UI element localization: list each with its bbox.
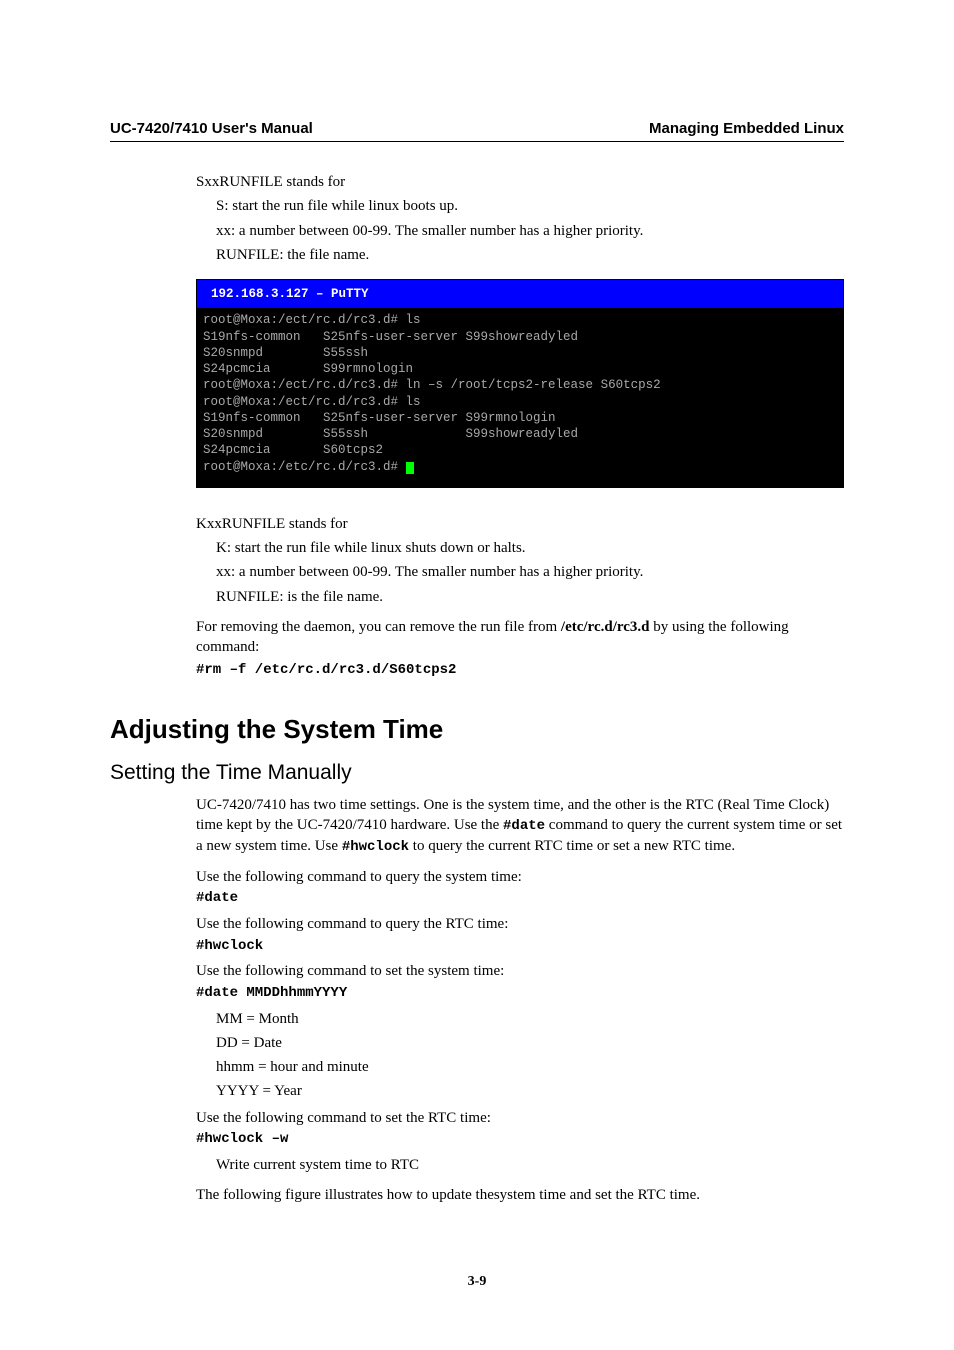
sxx-list: S: start the run file while linux boots … (216, 196, 844, 265)
set-rtc-note-block: Write current system time to RTC (216, 1155, 844, 1175)
set-rtc-time-cmd: #hwclock –w (196, 1130, 844, 1149)
legend-hhmm: hhmm = hour and minute (216, 1057, 844, 1077)
kxx-line-3: RUNFILE: is the file name. (216, 587, 844, 607)
time-cmd-hwclock-inline: #hwclock (342, 839, 409, 855)
legend-mm: MM = Month (216, 1009, 844, 1029)
heading-adjusting-system-time: Adjusting the System Time (110, 714, 844, 745)
terminal-text: root@Moxa:/ect/rc.d/rc3.d# ls S19nfs-com… (203, 313, 661, 473)
set-rtc-note: Write current system time to RTC (216, 1155, 844, 1175)
closing-paragraph: The following figure illustrates how to … (196, 1185, 844, 1205)
kxx-lead: KxxRUNFILE stands for (196, 514, 844, 534)
body-content: SxxRUNFILE stands for S: start the run f… (196, 172, 844, 680)
set-rtc-time-label: Use the following command to set the RTC… (196, 1108, 844, 1128)
page: UC-7420/7410 User's Manual Managing Embe… (0, 0, 954, 1350)
remove-paragraph: For removing the daemon, you can remove … (196, 617, 844, 658)
terminal-title: 192.168.3.127 – PuTTY (197, 280, 843, 308)
time-p1c: to query the current RTC time or set a n… (409, 838, 735, 854)
kxx-list: K: start the run file while linux shuts … (216, 538, 844, 607)
header-left: UC-7420/7410 User's Manual (110, 120, 313, 137)
remove-command: #rm –f /etc/rc.d/rc3.d/S60tcps2 (196, 661, 844, 680)
terminal-window: 192.168.3.127 – PuTTY root@Moxa:/ect/rc.… (196, 279, 844, 488)
terminal-cursor (406, 462, 414, 474)
kxx-line-1: K: start the run file while linux shuts … (216, 538, 844, 558)
set-system-time-cmd: #date MMDDhhmmYYYY (196, 984, 844, 1003)
query-system-time-cmd: #date (196, 889, 844, 908)
page-header: UC-7420/7410 User's Manual Managing Embe… (110, 120, 844, 142)
legend-yyyy: YYYY = Year (216, 1081, 844, 1101)
time-intro: UC-7420/7410 has two time settings. One … (196, 795, 844, 857)
page-number: 3-9 (0, 1274, 954, 1290)
time-cmd-date-inline: #date (503, 818, 545, 834)
sxx-line-2: xx: a number between 00-99. The smaller … (216, 221, 844, 241)
sxx-lead: SxxRUNFILE stands for (196, 172, 844, 192)
time-section: UC-7420/7410 has two time settings. One … (196, 795, 844, 1205)
date-format-legend: MM = Month DD = Date hhmm = hour and min… (216, 1009, 844, 1102)
legend-dd: DD = Date (216, 1033, 844, 1053)
sxx-line-3: RUNFILE: the file name. (216, 245, 844, 265)
query-rtc-time-label: Use the following command to query the R… (196, 914, 844, 934)
header-right: Managing Embedded Linux (649, 120, 844, 137)
kxx-line-2: xx: a number between 00-99. The smaller … (216, 562, 844, 582)
remove-path: /etc/rc.d/rc3.d (561, 619, 650, 635)
query-rtc-time-cmd: #hwclock (196, 937, 844, 956)
query-system-time-label: Use the following command to query the s… (196, 867, 844, 887)
terminal-body: root@Moxa:/ect/rc.d/rc3.d# ls S19nfs-com… (197, 308, 843, 487)
remove-text-before: For removing the daemon, you can remove … (196, 619, 561, 635)
set-system-time-label: Use the following command to set the sys… (196, 961, 844, 981)
sxx-line-1: S: start the run file while linux boots … (216, 196, 844, 216)
heading-setting-time-manually: Setting the Time Manually (110, 761, 844, 785)
